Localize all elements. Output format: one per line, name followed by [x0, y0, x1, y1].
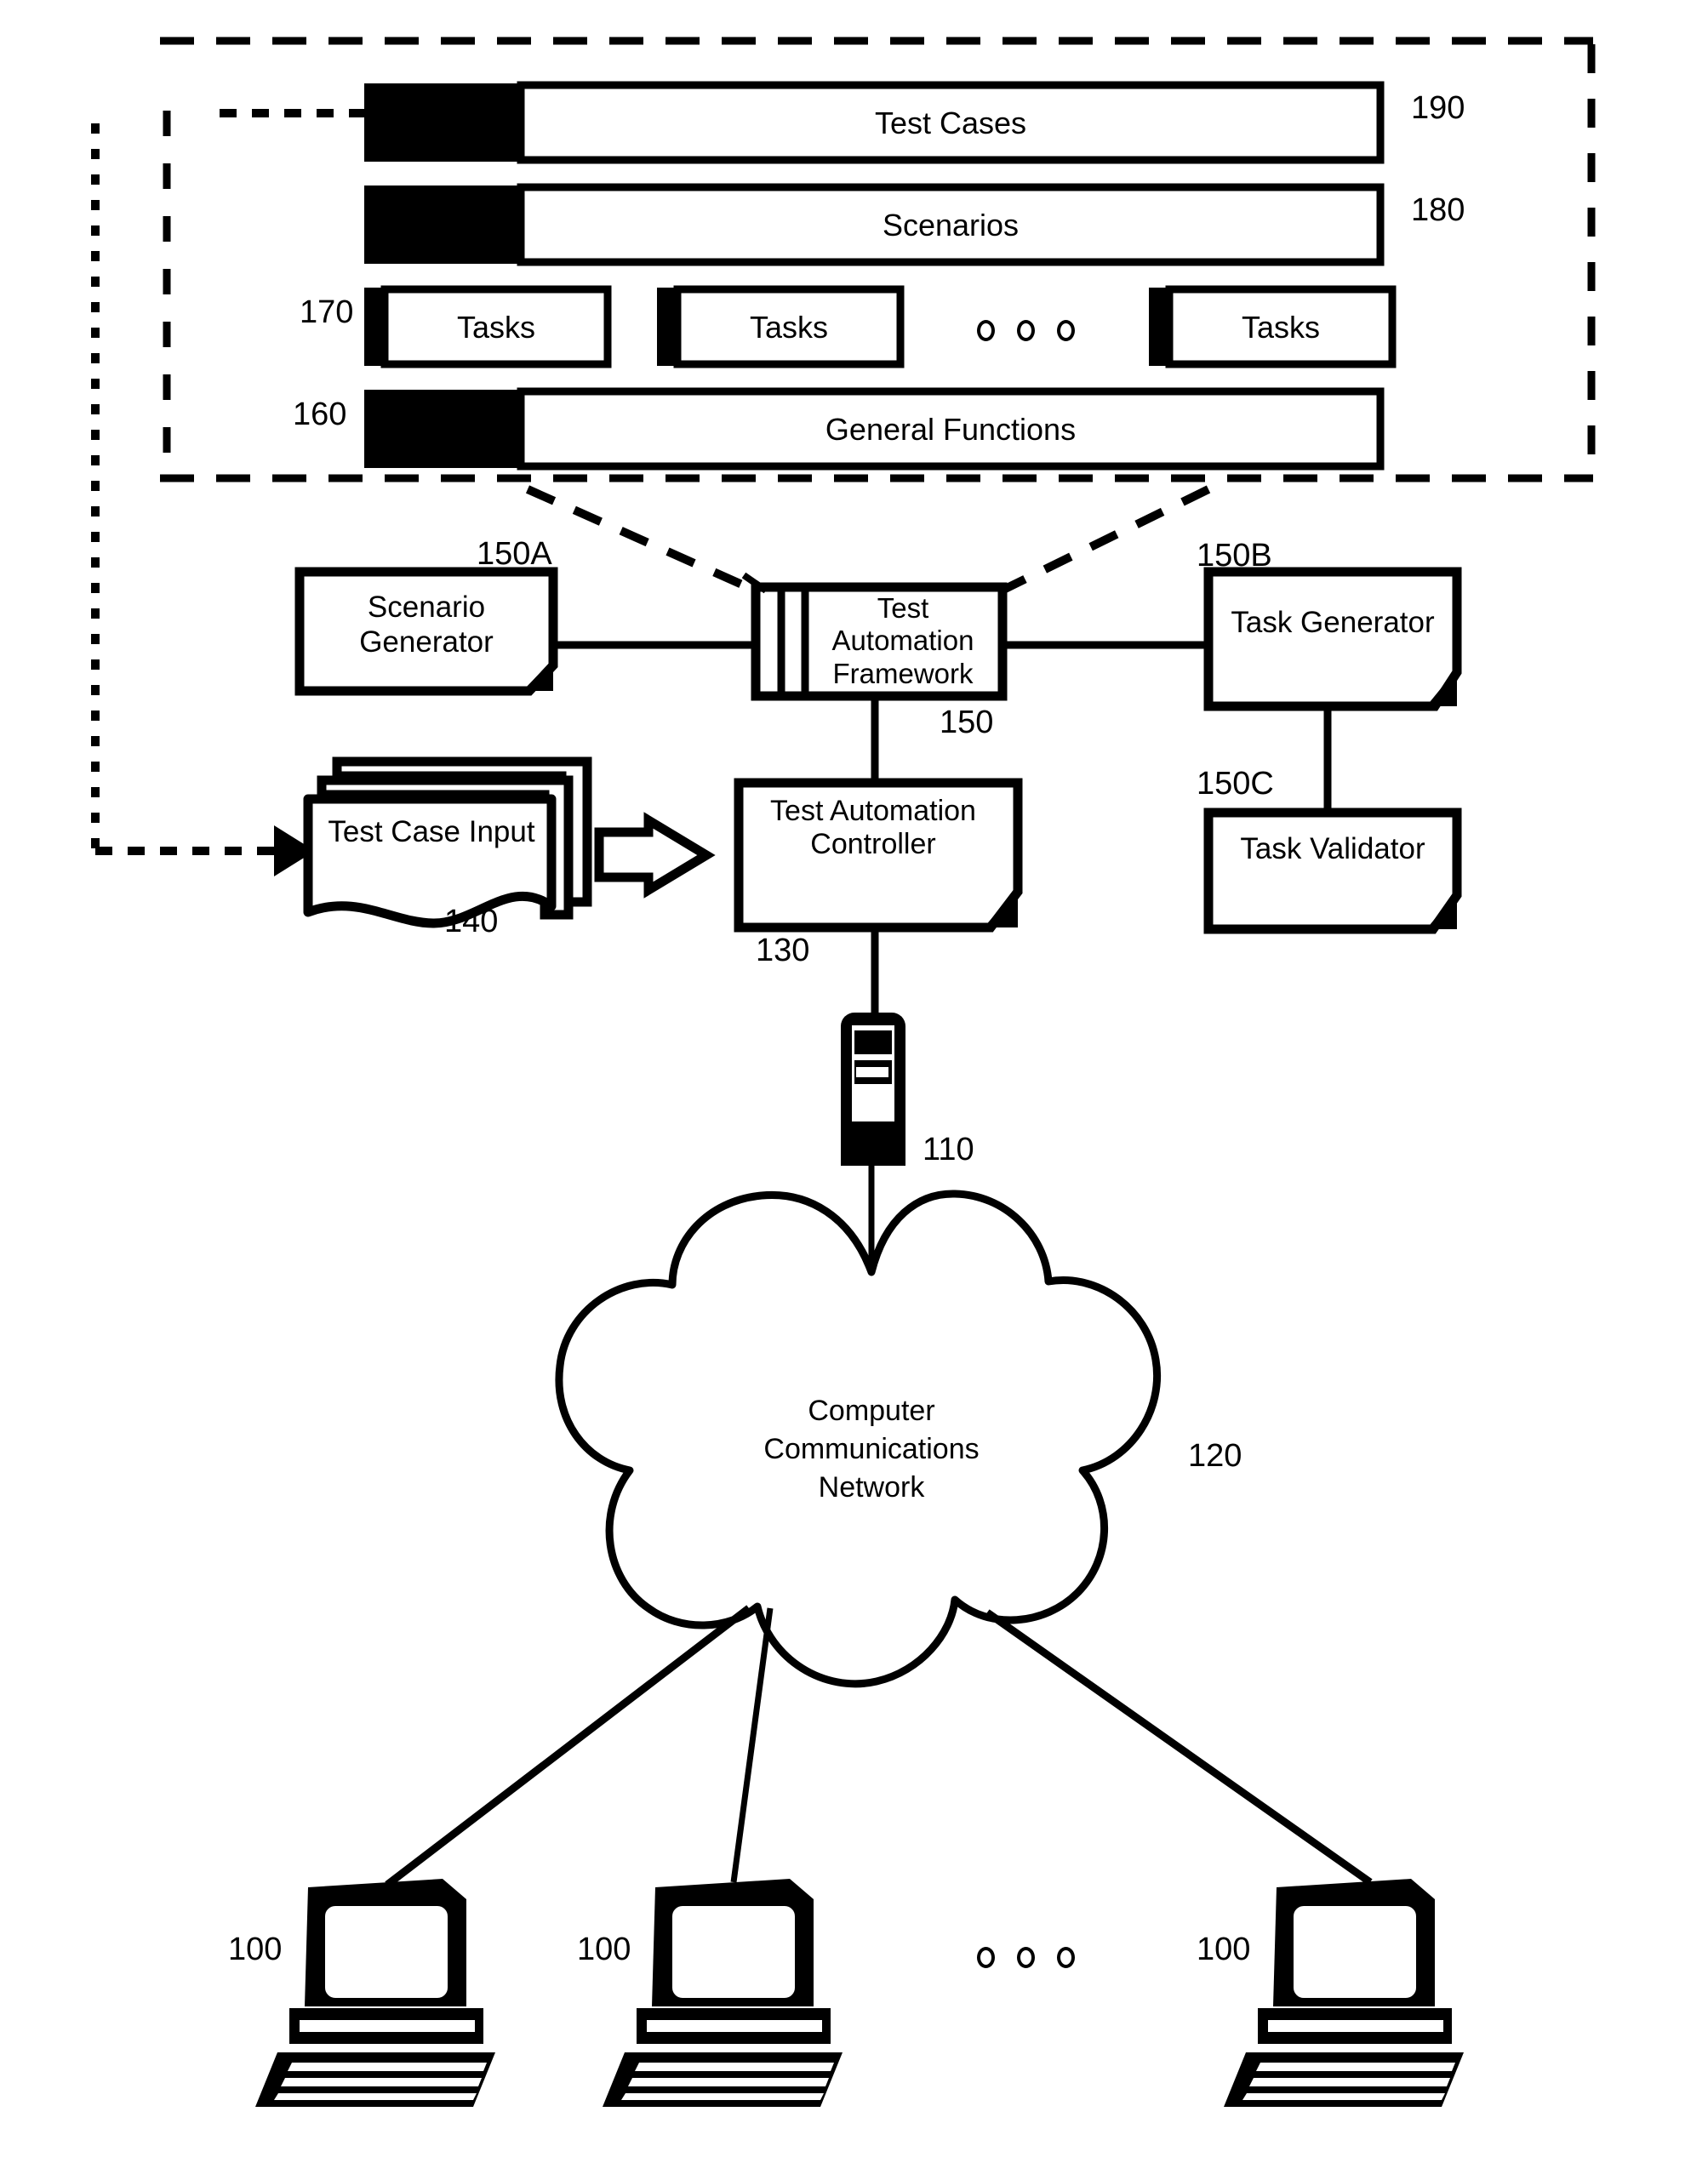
ref-150A: 150A [477, 536, 552, 572]
layer-label-tasks-1: Tasks [456, 310, 536, 345]
ref-180: 180 [1411, 192, 1465, 228]
label-scenario-generator: Scenario Generator [359, 591, 494, 659]
label-task-validator: Task Validator [1240, 832, 1425, 865]
flow-arrow-icon [594, 812, 716, 899]
ref-150: 150 [940, 705, 994, 740]
box-task-validator[interactable] [1203, 808, 1462, 934]
test-case-dotted-connector [91, 109, 364, 876]
ref-100-client-3: 100 [1197, 1932, 1251, 1967]
ref-110: 110 [923, 1132, 974, 1167]
layer-label-general-functions: General Functions [825, 412, 1077, 447]
ref-130: 130 [756, 933, 810, 968]
figure-canvas: Test Cases Scenarios Tasks Tasks Tasks G… [0, 0, 1708, 2163]
cloud-client-links [385, 1605, 1373, 1888]
ref-190: 190 [1411, 90, 1465, 126]
ref-150B: 150B [1197, 538, 1272, 574]
server-device-icon[interactable] [841, 1013, 905, 1166]
ref-150C: 150C [1197, 766, 1274, 802]
ref-120: 120 [1188, 1438, 1242, 1474]
ref-140: 140 [444, 904, 499, 939]
ref-170: 170 [300, 294, 354, 330]
layer-label-scenarios: Scenarios [882, 208, 1020, 243]
layer-label-tasks-2: Tasks [749, 310, 829, 345]
label-computer-communications-network: Computer Communications Network [763, 1395, 980, 1504]
client-computer-icon-2[interactable] [603, 1879, 843, 2107]
label-task-generator: Task Generator [1231, 606, 1435, 639]
layer-label-test-cases: Test Cases [874, 106, 1027, 140]
tasks-ellipsis-icon [977, 320, 1075, 341]
client-computer-icon-1[interactable] [255, 1879, 495, 2107]
ref-100-client-2: 100 [577, 1932, 631, 1967]
clients-ellipsis-icon [977, 1947, 1075, 1968]
label-test-automation-controller: Test Automation Controller [770, 795, 976, 861]
label-test-automation-framework: Test Automation Framework [831, 592, 974, 689]
ref-160: 160 [293, 397, 347, 432]
client-computer-icon-3[interactable] [1224, 1879, 1464, 2107]
framework-expansion-lines [525, 485, 1211, 596]
ref-100-client-1: 100 [228, 1932, 283, 1967]
label-test-case-input: Test Case Input [328, 815, 535, 848]
layer-label-tasks-3: Tasks [1241, 310, 1321, 345]
